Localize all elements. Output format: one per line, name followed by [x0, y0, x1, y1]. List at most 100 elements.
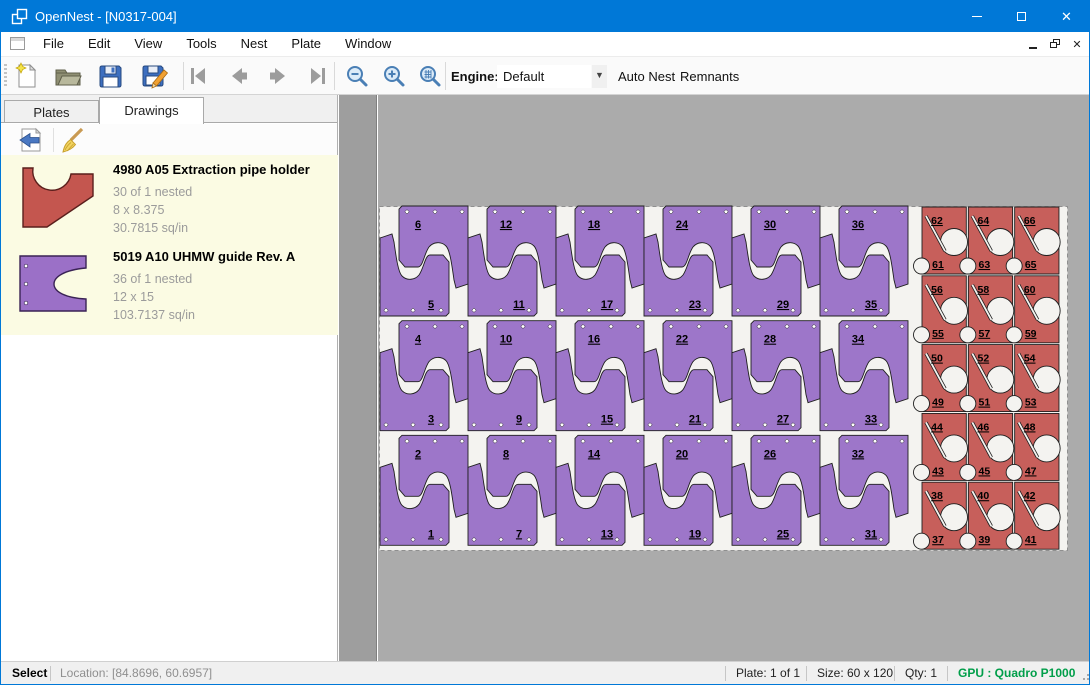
status-separator: [50, 666, 51, 681]
drawings-toolbar: [1, 124, 337, 155]
zoom-out-button[interactable]: [342, 62, 372, 90]
remnants-button[interactable]: Remnants: [680, 57, 739, 96]
mdi-minimize-button[interactable]: [1025, 37, 1041, 52]
zoom-in-button[interactable]: [379, 62, 409, 90]
auto-nest-button[interactable]: Auto Nest: [618, 57, 675, 96]
red-part-pair[interactable]: 5251: [960, 345, 1014, 412]
drawing-nested-count: 36 of 1 nested: [113, 272, 192, 286]
menu-plate[interactable]: Plate: [279, 32, 333, 56]
engine-label: Engine:: [451, 57, 499, 96]
save-as-icon: [141, 63, 168, 89]
red-part-pair[interactable]: 5453: [1006, 345, 1060, 412]
toolbar-separator: [183, 62, 184, 90]
tab-plates[interactable]: Plates: [4, 100, 99, 123]
open-button[interactable]: [53, 62, 83, 90]
part-number: 11: [513, 299, 525, 311]
menu-nest[interactable]: Nest: [229, 32, 280, 56]
menu-view[interactable]: View: [122, 32, 174, 56]
previous-plate-button[interactable]: [224, 62, 254, 90]
red-part-pair[interactable]: 6261: [914, 207, 968, 274]
mdi-close-button[interactable]: ✕: [1069, 37, 1085, 52]
menu-window[interactable]: Window: [333, 32, 403, 56]
menu-tools[interactable]: Tools: [174, 32, 228, 56]
close-icon: ✕: [1061, 9, 1072, 25]
red-part-pair[interactable]: 4039: [960, 482, 1014, 549]
nest-canvas-area[interactable]: 6512111817242330293635431091615222128273…: [378, 95, 1090, 661]
new-button[interactable]: [12, 62, 42, 90]
part-number: 60: [1024, 284, 1036, 296]
red-part-pair[interactable]: 4241: [1006, 482, 1060, 549]
zoom-extents-button[interactable]: [415, 62, 445, 90]
statusbar: Select Location: [84.8696, 60.6957] Plat…: [1, 661, 1089, 685]
red-part-pair[interactable]: 6665: [1006, 207, 1060, 274]
engine-dropdown-arrow-icon[interactable]: ▼: [592, 65, 607, 88]
part-number: 23: [689, 299, 701, 311]
next-plate-button[interactable]: [263, 62, 293, 90]
open-folder-icon: [54, 64, 82, 88]
red-part-pair[interactable]: 5655: [914, 276, 968, 343]
part-number: 4: [415, 334, 422, 346]
drawing-size: 12 x 15: [113, 290, 154, 304]
part-number: 28: [764, 334, 776, 346]
part-number: 7: [516, 528, 522, 540]
red-part-pair[interactable]: 58 57: [960, 276, 1014, 343]
part-number: 27: [777, 414, 789, 426]
save-button[interactable]: [95, 62, 125, 90]
zoom-in-icon: [382, 64, 406, 88]
send-back-button[interactable]: [16, 127, 44, 153]
part-number: 64: [977, 215, 989, 227]
last-plate-button[interactable]: [301, 62, 331, 90]
part-number: 58: [977, 284, 989, 296]
clear-button[interactable]: [58, 127, 86, 153]
panel-splitter[interactable]: [339, 95, 377, 661]
part-number: 62: [931, 215, 943, 227]
first-plate-button[interactable]: [185, 62, 215, 90]
tab-drawings[interactable]: Drawings: [99, 97, 204, 124]
document-window-icon[interactable]: [10, 37, 25, 50]
part-number: 47: [1025, 465, 1037, 477]
save-as-button[interactable]: [139, 62, 169, 90]
part-number: 57: [978, 328, 990, 340]
resize-grip[interactable]: [1083, 670, 1085, 672]
part-number: 55: [932, 328, 944, 340]
drawing-size: 8 x 8.375: [113, 203, 164, 217]
part-number: 1: [428, 528, 434, 540]
red-part-pair[interactable]: 6059: [1006, 276, 1060, 343]
red-part-pair[interactable]: 3837: [914, 482, 968, 549]
status-separator: [894, 666, 895, 681]
maximize-button[interactable]: [999, 1, 1044, 32]
part-number: 65: [1025, 259, 1037, 271]
titlebar: OpenNest - [N0317-004] ✕: [1, 1, 1089, 32]
toolbar-grip[interactable]: [4, 64, 7, 88]
menu-file[interactable]: File: [31, 32, 76, 56]
mdi-restore-button[interactable]: [1047, 37, 1063, 52]
red-part-pair[interactable]: 5049: [914, 345, 968, 412]
new-file-icon: [14, 62, 40, 90]
part-number: 9: [516, 414, 522, 426]
red-part-pair[interactable]: 6463: [960, 207, 1014, 274]
part-number: 26: [764, 448, 776, 460]
red-part-pair[interactable]: 4443: [914, 413, 968, 480]
drawing-item-5019[interactable]: 5019 A10 UHMW guide Rev. A 36 of 1 neste…: [1, 241, 338, 327]
status-separator: [725, 666, 726, 681]
part-number: 46: [977, 421, 989, 433]
red-part-pair[interactable]: 4847: [1006, 413, 1060, 480]
drawing-item-4980[interactable]: 4980 A05 Extraction pipe holder 30 of 1 …: [1, 155, 338, 241]
part-number: 52: [977, 353, 989, 365]
part-number: 3: [428, 414, 434, 426]
menu-edit[interactable]: Edit: [76, 32, 122, 56]
sidebar: Plates Drawings: [1, 95, 338, 661]
drawing-title: 5019 A10 UHMW guide Rev. A: [113, 249, 295, 264]
part-number: 5: [428, 299, 434, 311]
nest-plate-view[interactable]: 6512111817242330293635431091615222128273…: [378, 95, 1090, 661]
close-button[interactable]: ✕: [1044, 1, 1089, 32]
part-number: 21: [689, 414, 701, 426]
back-arrow-icon: [16, 127, 44, 153]
engine-select[interactable]: Default: [497, 65, 591, 88]
minimize-button[interactable]: [954, 1, 999, 32]
status-separator: [806, 666, 807, 681]
drawing-thumbnail: [21, 166, 95, 230]
red-part-pair[interactable]: 4645: [960, 413, 1014, 480]
part-number: 41: [1025, 534, 1037, 546]
opennest-window: OpenNest - [N0317-004] ✕ File Edit View …: [0, 0, 1090, 685]
